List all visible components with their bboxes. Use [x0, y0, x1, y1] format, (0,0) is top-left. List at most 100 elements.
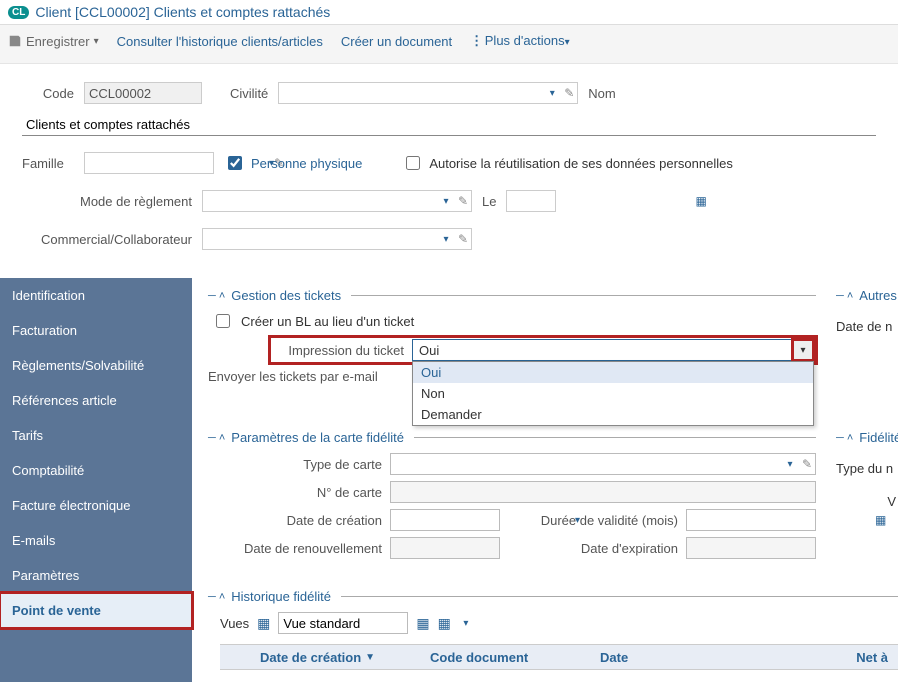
- code-field: [84, 82, 202, 104]
- name-input[interactable]: [22, 115, 876, 135]
- le-input[interactable]: [507, 191, 691, 211]
- collapse-toggle-icon[interactable]: ─ ˄: [208, 290, 225, 302]
- collapse-toggle-icon[interactable]: ─ ˄: [836, 432, 853, 444]
- expire-field[interactable]: [686, 537, 816, 559]
- chevron-down-icon: ▾: [94, 36, 99, 47]
- edit-icon[interactable]: ✎: [799, 457, 815, 471]
- sidebar-item-emails[interactable]: E-mails: [0, 523, 192, 558]
- name-label: Nom: [588, 86, 615, 101]
- civility-input[interactable]: [279, 83, 543, 103]
- allow-reuse-checkbox-input[interactable]: [406, 156, 420, 170]
- loyalty-group-title: Paramètres de la carte fidélité: [231, 430, 404, 445]
- date-n-label: Date de n: [836, 319, 898, 334]
- card-num-label: N° de carte: [208, 485, 382, 500]
- type-n-label: Type du n: [836, 461, 898, 476]
- create-date-label: Date de création: [208, 513, 382, 528]
- save-button[interactable]: Enregistrer ▾: [8, 34, 99, 49]
- chevron-down-icon[interactable]: ▾: [437, 196, 455, 207]
- validity-field[interactable]: ▦: [686, 509, 816, 531]
- toolbar: Enregistrer ▾ Consulter l'historique cli…: [0, 25, 898, 64]
- chevron-down-icon[interactable]: ▾: [793, 340, 813, 360]
- views-label: Vues: [220, 616, 249, 631]
- col-net[interactable]: Net à: [838, 650, 898, 665]
- view-select[interactable]: ▾: [278, 612, 408, 634]
- validity-label: Durée de validité (mois): [508, 513, 678, 528]
- expire-label: Date d'expiration: [508, 541, 678, 556]
- chevron-down-icon[interactable]: ▾: [437, 234, 455, 245]
- edit-icon[interactable]: ✎: [561, 86, 577, 100]
- create-bl-label: Créer un BL au lieu d'un ticket: [241, 314, 414, 329]
- view-select-input[interactable]: [279, 613, 463, 633]
- chevron-down-icon[interactable]: ▾: [463, 618, 468, 629]
- civility-field[interactable]: ▾ ✎: [278, 82, 578, 104]
- edit-icon[interactable]: ✎: [455, 194, 471, 208]
- card-type-field[interactable]: ▾ ✎: [390, 453, 816, 475]
- renew-field[interactable]: [390, 537, 500, 559]
- collapse-toggle-icon[interactable]: ─ ˄: [208, 432, 225, 444]
- edit-icon[interactable]: ✎: [455, 232, 471, 246]
- sidebar-item-tarifs[interactable]: Tarifs: [0, 418, 192, 453]
- create-bl-checkbox[interactable]: Créer un BL au lieu d'un ticket: [212, 311, 816, 331]
- v-label: V: [836, 494, 898, 509]
- pay-mode-input[interactable]: [203, 191, 437, 211]
- collapse-toggle-icon[interactable]: ─ ˄: [836, 290, 853, 302]
- sidebar-item-facturation[interactable]: Facturation: [0, 313, 192, 348]
- chevron-down-icon[interactable]: ▾: [543, 88, 561, 99]
- chevron-down-icon[interactable]: ▾: [781, 459, 799, 470]
- family-label: Famille: [22, 156, 74, 171]
- sidebar-item-comptabilite[interactable]: Comptabilité: [0, 453, 192, 488]
- more-actions-label: Plus d'actions: [485, 33, 565, 48]
- dropdown-option-oui[interactable]: Oui: [413, 362, 813, 383]
- dropdown-option-demander[interactable]: Demander: [413, 404, 813, 425]
- pay-mode-field[interactable]: ▾ ✎: [202, 190, 472, 212]
- card-type-input[interactable]: [391, 454, 781, 474]
- commercial-input[interactable]: [203, 229, 437, 249]
- email-tickets-label: Envoyer les tickets par e-mail: [208, 369, 378, 384]
- save-label: Enregistrer: [26, 34, 90, 49]
- grid-icon[interactable]: ▦: [257, 615, 270, 632]
- sidebar-item-identification[interactable]: Identification: [0, 278, 192, 313]
- divider: [341, 596, 898, 597]
- card-num-field[interactable]: [390, 481, 816, 503]
- fidelite-group-title: Fidélité: [859, 430, 898, 445]
- sort-desc-icon: ▼: [365, 652, 375, 663]
- history-group-title: Historique fidélité: [231, 589, 331, 604]
- col-create-date-label: Date de création: [260, 650, 361, 665]
- sidebar-item-references[interactable]: Références article: [0, 383, 192, 418]
- grid-small-icon[interactable]: ▦: [416, 615, 429, 632]
- dropdown-option-non[interactable]: Non: [413, 383, 813, 404]
- grid-large-icon[interactable]: ▦: [438, 615, 451, 632]
- le-field[interactable]: ▦: [506, 190, 556, 212]
- allow-reuse-checkbox[interactable]: Autorise la réutilisation de ses données…: [402, 153, 733, 173]
- calendar-icon[interactable]: ▦: [691, 194, 710, 208]
- sidebar-item-point-de-vente[interactable]: Point de vente: [0, 593, 192, 628]
- more-actions-button[interactable]: ⋮ Plus d'actions▾: [470, 33, 569, 49]
- create-date-field[interactable]: ▾: [390, 509, 500, 531]
- col-doc-code[interactable]: Code document: [420, 650, 590, 665]
- family-field[interactable]: ▾ ✎: [84, 152, 214, 174]
- sidebar-item-reglements[interactable]: Règlements/Solvabilité: [0, 348, 192, 383]
- autres-group-title: Autres: [859, 288, 897, 303]
- individual-checkbox-input[interactable]: [228, 156, 242, 170]
- vertical-dots-icon: ⋮: [470, 33, 481, 48]
- sidebar-item-parametres[interactable]: Paramètres: [0, 558, 192, 593]
- create-document-link[interactable]: Créer un document: [341, 34, 452, 49]
- card-num-input[interactable]: [391, 482, 815, 502]
- col-date[interactable]: Date: [590, 650, 760, 665]
- name-field[interactable]: [22, 114, 876, 136]
- sidebar-item-facture-electronique[interactable]: Facture électronique: [0, 488, 192, 523]
- commercial-field[interactable]: ▾ ✎: [202, 228, 472, 250]
- divider: [414, 437, 816, 438]
- collapse-toggle-icon[interactable]: ─ ˄: [208, 591, 225, 603]
- col-create-date[interactable]: Date de création ▼: [250, 650, 420, 665]
- individual-checkbox-label: Personne physique: [251, 156, 362, 171]
- create-bl-checkbox-input[interactable]: [216, 314, 230, 328]
- card-type-label: Type de carte: [208, 457, 382, 472]
- renew-label: Date de renouvellement: [208, 541, 382, 556]
- app-badge: CL: [8, 6, 29, 19]
- history-link[interactable]: Consulter l'historique clients/articles: [117, 34, 323, 49]
- individual-checkbox[interactable]: Personne physique: [224, 153, 362, 173]
- commercial-label: Commercial/Collaborateur: [22, 232, 192, 247]
- print-ticket-dropdown[interactable]: Oui ▾ Oui Non Demander: [412, 339, 814, 361]
- print-ticket-dropdown-list: Oui Non Demander: [412, 361, 814, 426]
